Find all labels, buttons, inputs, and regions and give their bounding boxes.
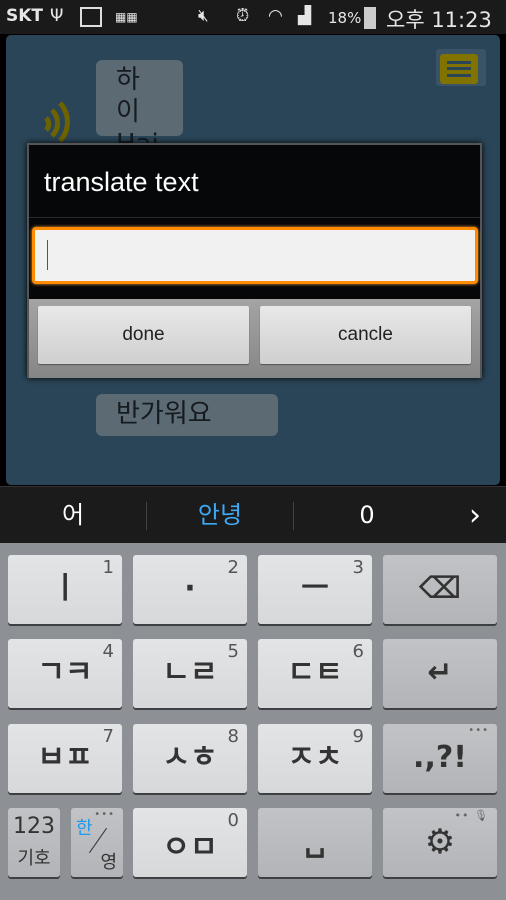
message-korean: 반가워요 (116, 399, 212, 429)
carrier-label: SKT (6, 6, 44, 26)
key-eu[interactable]: ㅡ3 (258, 555, 372, 624)
punctuation-key[interactable]: .,?! ••• (383, 724, 497, 793)
hamburger-menu-icon (440, 54, 478, 84)
chat-bubble: 하이 Hai (96, 60, 183, 159)
key-number: 2 (227, 557, 239, 578)
key-label: 123 (13, 814, 55, 839)
key-digeut[interactable]: ㄷㅌ 6 (258, 639, 372, 708)
chevron-right-icon[interactable]: › (455, 487, 495, 544)
signal-icon: ▟ (298, 6, 312, 26)
key-nieun[interactable]: ㄴㄹ 5 (133, 639, 247, 708)
key-label: 영 (100, 852, 117, 873)
dialog-title: translate text (44, 167, 199, 197)
key-number: 0 (227, 810, 239, 831)
enter-icon: ↵ (427, 655, 453, 690)
backspace-icon: ⌫ (418, 571, 462, 606)
space-icon: ␣ (304, 824, 326, 859)
key-label: ㅇㅁ (162, 830, 218, 865)
message-korean: 하이 (116, 65, 140, 127)
done-button[interactable]: done (38, 306, 249, 364)
settings-key[interactable]: ⚙ •• 🎙︎ (383, 808, 497, 877)
key-dot[interactable]: · 2 (133, 555, 247, 624)
key-number: 7 (102, 726, 114, 747)
key-label: 기호 (17, 848, 51, 869)
key-number: 6 (352, 641, 364, 662)
clock: 오후 11:23 (386, 8, 492, 32)
enter-key[interactable]: ↵ (383, 639, 497, 708)
key-number: 1 (102, 557, 114, 578)
key-number: 9 (352, 726, 364, 747)
more-icon: ••• (468, 725, 489, 736)
cancel-button[interactable]: cancle (260, 306, 471, 364)
microphone-icon: •• 🎙︎ (454, 809, 489, 822)
more-icon: ••• (94, 809, 115, 820)
alarm-icon: ⏰︎ (236, 6, 250, 26)
dialog-button-bar: done cancle (29, 299, 480, 378)
suggestion-item[interactable]: 0 (294, 487, 440, 544)
chat-bubble: 반가워요 (96, 394, 278, 436)
key-ieung[interactable]: ㅇㅁ 0 (133, 808, 247, 877)
key-label: 한 (76, 818, 93, 839)
backspace-key[interactable]: ⌫ (383, 555, 497, 624)
key-siot[interactable]: ㅅㅎ 8 (133, 724, 247, 793)
text-caret (47, 240, 48, 270)
keyboard-icon: ▦▦ (115, 10, 138, 24)
key-i[interactable]: ㅣ1 (8, 555, 122, 624)
translate-input[interactable] (32, 227, 478, 284)
key-number: 3 (352, 557, 364, 578)
key-giyeok[interactable]: ㄱㅋ 4 (8, 639, 122, 708)
status-bar: SKT Ψ ▦▦ 🔇︎ ⏰︎ ◠ ▟ 18% 오후 11:23 (0, 0, 506, 34)
gear-icon: ⚙ (424, 822, 456, 862)
key-jieut[interactable]: ㅈㅊ 9 (258, 724, 372, 793)
suggestion-item[interactable]: 안녕 (147, 487, 293, 544)
image-icon (80, 7, 102, 27)
mute-icon: 🔇︎ (198, 6, 209, 26)
key-number: 8 (227, 726, 239, 747)
speaker-icon[interactable] (36, 100, 81, 145)
suggestion-bar: 어 안녕 0 › (0, 486, 506, 543)
key-label: .,?! (413, 740, 467, 775)
usb-icon: Ψ (50, 6, 64, 26)
wifi-icon: ◠ (268, 6, 283, 26)
suggestion-item[interactable]: 어 (0, 487, 146, 544)
divider (29, 217, 480, 218)
translate-dialog: translate text done cancle (27, 143, 482, 378)
key-number: 4 (102, 641, 114, 662)
key-number: 5 (227, 641, 239, 662)
key-bieup[interactable]: ㅂㅍ 7 (8, 724, 122, 793)
battery-percent: 18% (328, 9, 362, 27)
language-toggle-key[interactable]: ••• 한 영 (71, 808, 123, 877)
battery-charging-icon (364, 7, 376, 29)
menu-button[interactable] (436, 49, 486, 86)
space-key[interactable]: ␣ (258, 808, 372, 877)
symbols-key[interactable]: 123 기호 (8, 808, 60, 877)
